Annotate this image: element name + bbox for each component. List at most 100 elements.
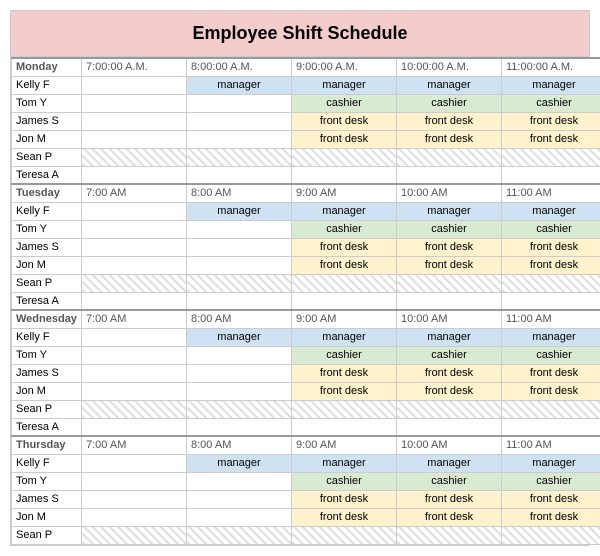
shift-cell: front desk	[502, 508, 600, 526]
shift-cell	[397, 292, 502, 310]
employee-row: Kelly Fmanagermanagermanagermanager	[12, 76, 600, 94]
employee-row: Jon Mfront deskfront deskfront desk	[12, 508, 600, 526]
shift-cell	[82, 526, 187, 544]
employee-row: Teresa A	[12, 292, 600, 310]
employee-name: Jon M	[12, 382, 82, 400]
employee-name: Kelly F	[12, 202, 82, 220]
time-header: 10:00 AM	[397, 184, 502, 202]
shift-cell: front desk	[502, 490, 600, 508]
shift-cell	[82, 454, 187, 472]
employee-name: Tom Y	[12, 220, 82, 238]
shift-cell	[502, 148, 600, 166]
shift-cell: cashier	[397, 220, 502, 238]
employee-name: Kelly F	[12, 76, 82, 94]
shift-cell	[82, 292, 187, 310]
shift-cell	[82, 148, 187, 166]
shift-cell	[397, 148, 502, 166]
shift-cell: front desk	[502, 130, 600, 148]
shift-cell: manager	[292, 328, 397, 346]
shift-cell	[187, 418, 292, 436]
employee-row: Tom Ycashiercashiercashier	[12, 472, 600, 490]
time-header: 8:00:00 A.M.	[187, 58, 292, 76]
time-header: 11:00 AM	[502, 184, 600, 202]
shift-cell	[187, 382, 292, 400]
shift-cell: manager	[292, 76, 397, 94]
shift-cell: manager	[187, 328, 292, 346]
shift-cell	[82, 400, 187, 418]
shift-cell	[187, 292, 292, 310]
employee-name: James S	[12, 364, 82, 382]
employee-name: Teresa A	[12, 292, 82, 310]
shift-cell: front desk	[397, 256, 502, 274]
shift-cell	[292, 166, 397, 184]
employee-name: Teresa A	[12, 166, 82, 184]
schedule-table: Monday7:00:00 A.M.8:00:00 A.M.9:00:00 A.…	[11, 57, 600, 545]
shift-cell: manager	[397, 202, 502, 220]
shift-cell: front desk	[397, 508, 502, 526]
employee-name: Sean P	[12, 400, 82, 418]
shift-cell	[82, 382, 187, 400]
shift-cell	[502, 526, 600, 544]
time-header: 8:00 AM	[187, 184, 292, 202]
employee-row: Kelly Fmanagermanagermanagermanager	[12, 454, 600, 472]
employee-row: Tom Ycashiercashiercashier	[12, 220, 600, 238]
shift-cell: front desk	[397, 112, 502, 130]
day-name: Monday	[12, 58, 82, 76]
employee-row: Tom Ycashiercashiercashier	[12, 346, 600, 364]
shift-cell	[187, 130, 292, 148]
shift-cell	[187, 472, 292, 490]
shift-cell	[397, 400, 502, 418]
shift-cell: cashier	[502, 472, 600, 490]
time-header: 11:00 AM	[502, 436, 600, 454]
employee-name: Teresa A	[12, 418, 82, 436]
shift-cell: cashier	[292, 94, 397, 112]
employee-row: Sean P	[12, 400, 600, 418]
employee-name: Jon M	[12, 256, 82, 274]
shift-cell	[292, 526, 397, 544]
schedule-container: Employee Shift Schedule Monday7:00:00 A.…	[10, 10, 590, 546]
employee-row: Teresa A	[12, 166, 600, 184]
shift-cell: front desk	[292, 238, 397, 256]
shift-cell	[82, 76, 187, 94]
shift-cell	[82, 256, 187, 274]
shift-cell: manager	[292, 202, 397, 220]
shift-cell: manager	[397, 76, 502, 94]
shift-cell: front desk	[397, 490, 502, 508]
shift-cell: front desk	[397, 364, 502, 382]
shift-cell	[502, 400, 600, 418]
employee-name: Kelly F	[12, 328, 82, 346]
shift-cell	[187, 256, 292, 274]
shift-cell: cashier	[502, 220, 600, 238]
shift-cell	[187, 148, 292, 166]
shift-cell: front desk	[292, 130, 397, 148]
employee-name: James S	[12, 112, 82, 130]
shift-cell: manager	[187, 454, 292, 472]
shift-cell	[292, 418, 397, 436]
shift-cell: cashier	[397, 94, 502, 112]
time-header: 10:00 AM	[397, 436, 502, 454]
shift-cell: cashier	[292, 472, 397, 490]
time-header: 11:00:00 A.M.	[502, 58, 600, 76]
shift-cell: front desk	[502, 238, 600, 256]
shift-cell	[397, 418, 502, 436]
time-header: 7:00 AM	[82, 184, 187, 202]
shift-cell	[82, 364, 187, 382]
shift-cell: cashier	[397, 346, 502, 364]
shift-cell: manager	[397, 454, 502, 472]
shift-cell	[82, 112, 187, 130]
day-name: Thursday	[12, 436, 82, 454]
shift-cell	[187, 166, 292, 184]
shift-cell: front desk	[292, 490, 397, 508]
shift-cell	[82, 94, 187, 112]
time-header: 10:00 AM	[397, 310, 502, 328]
shift-cell: cashier	[292, 346, 397, 364]
employee-name: Tom Y	[12, 346, 82, 364]
employee-name: Tom Y	[12, 472, 82, 490]
time-header: 11:00 AM	[502, 310, 600, 328]
employee-name: Tom Y	[12, 94, 82, 112]
shift-cell	[292, 274, 397, 292]
shift-cell	[187, 94, 292, 112]
employee-row: Jon Mfront deskfront deskfront desk	[12, 130, 600, 148]
shift-cell	[82, 220, 187, 238]
day-header-row: Thursday7:00 AM8:00 AM9:00 AM10:00 AM11:…	[12, 436, 600, 454]
